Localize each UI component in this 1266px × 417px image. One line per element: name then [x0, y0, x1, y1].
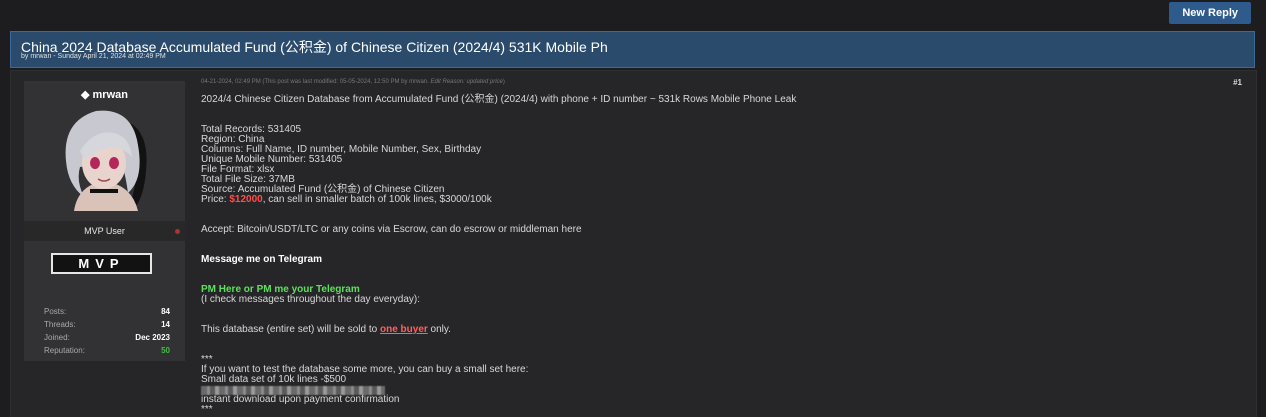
user-title-text: MVP User	[84, 226, 125, 236]
new-reply-button[interactable]: New Reply	[1169, 2, 1251, 24]
stat-value[interactable]: 50	[161, 346, 170, 359]
thread-byline: by mrwan - Sunday April 21, 2024 at 02:4…	[21, 53, 166, 60]
detail-line: Columns: Full Name, ID number, Mobile Nu…	[201, 144, 482, 155]
avatar[interactable]	[54, 101, 156, 213]
small-set-line: Small data set of 10k lines -$500	[201, 374, 347, 385]
edit-reason: Edit Reason: updated price	[430, 79, 503, 85]
diamond-icon: ◆	[81, 89, 90, 101]
sold-prefix: This database (entire set) will be sold …	[201, 324, 380, 335]
stat-threads: Threads: 14	[44, 320, 170, 333]
stat-reputation: Reputation: 50	[44, 346, 170, 359]
top-toolbar: New Reply	[0, 0, 1266, 28]
stat-value[interactable]: 84	[161, 307, 170, 320]
thread-header: China 2024 Database Accumulated Fund (公积…	[10, 31, 1255, 68]
detail-line: File Format: xlsx	[201, 164, 275, 175]
check-messages-line: (I check messages throughout the day eve…	[201, 294, 421, 305]
separator-2: ***	[201, 404, 213, 415]
stat-value: Dec 2023	[135, 333, 170, 342]
username-text[interactable]: mrwan	[93, 89, 128, 101]
author-stats: Posts: 84 Threads: 14 Joined: Dec 2023 R…	[44, 307, 170, 359]
post-meta: 04-21-2024, 02:49 PM (This post was last…	[201, 79, 505, 85]
stat-posts: Posts: 84	[44, 307, 170, 320]
detail-line: Total Records: 531405	[201, 124, 302, 135]
stat-label: Threads:	[44, 320, 76, 329]
price-label: Price:	[201, 194, 230, 205]
stat-label: Joined:	[44, 333, 70, 342]
stat-label: Reputation:	[44, 346, 85, 355]
stat-value[interactable]: 14	[161, 320, 170, 333]
edit-note-end: )	[502, 79, 505, 85]
test-line: If you want to test the database some mo…	[201, 364, 529, 375]
mvp-badge: MVP	[51, 253, 152, 274]
detail-line: Unique Mobile Number: 531405	[201, 154, 343, 165]
post-date: 04-21-2024, 02:49 PM	[201, 79, 261, 85]
username-link[interactable]: ◆ mrwan	[24, 88, 185, 101]
post-number-link[interactable]: #1	[1233, 78, 1242, 87]
post: ◆ mrwan MVP User MVP Posts: 84 Threads: …	[10, 70, 1257, 417]
price-rest: , can sell in smaller batch of 100k line…	[262, 194, 492, 205]
user-title: MVP User	[24, 221, 185, 241]
stat-label: Posts:	[44, 307, 67, 316]
sold-line: This database (entire set) will be sold …	[201, 325, 1241, 335]
message-me-heading: Message me on Telegram	[201, 254, 322, 265]
author-panel: ◆ mrwan MVP User MVP Posts: 84 Threads: …	[24, 81, 185, 361]
stat-joined: Joined: Dec 2023	[44, 333, 170, 346]
edit-note: (This post was last modified: 05-05-2024…	[262, 79, 429, 85]
post-headline: 2024/4 Chinese Citizen Database from Acc…	[201, 94, 797, 105]
price-value: $12000	[229, 194, 263, 205]
price-line: Price: $12000, can sell in smaller batch…	[201, 195, 1241, 205]
sold-suffix: only.	[427, 324, 451, 335]
one-buyer-highlight: one buyer	[379, 324, 428, 335]
redacted-link[interactable]	[201, 386, 385, 395]
instant-line: instant download upon payment confirmati…	[201, 394, 400, 405]
post-body: 2024/4 Chinese Citizen Database from Acc…	[201, 95, 1241, 415]
accept-line: Accept: Bitcoin/USDT/LTC or any coins vi…	[201, 224, 582, 235]
offline-status-icon	[175, 229, 180, 234]
